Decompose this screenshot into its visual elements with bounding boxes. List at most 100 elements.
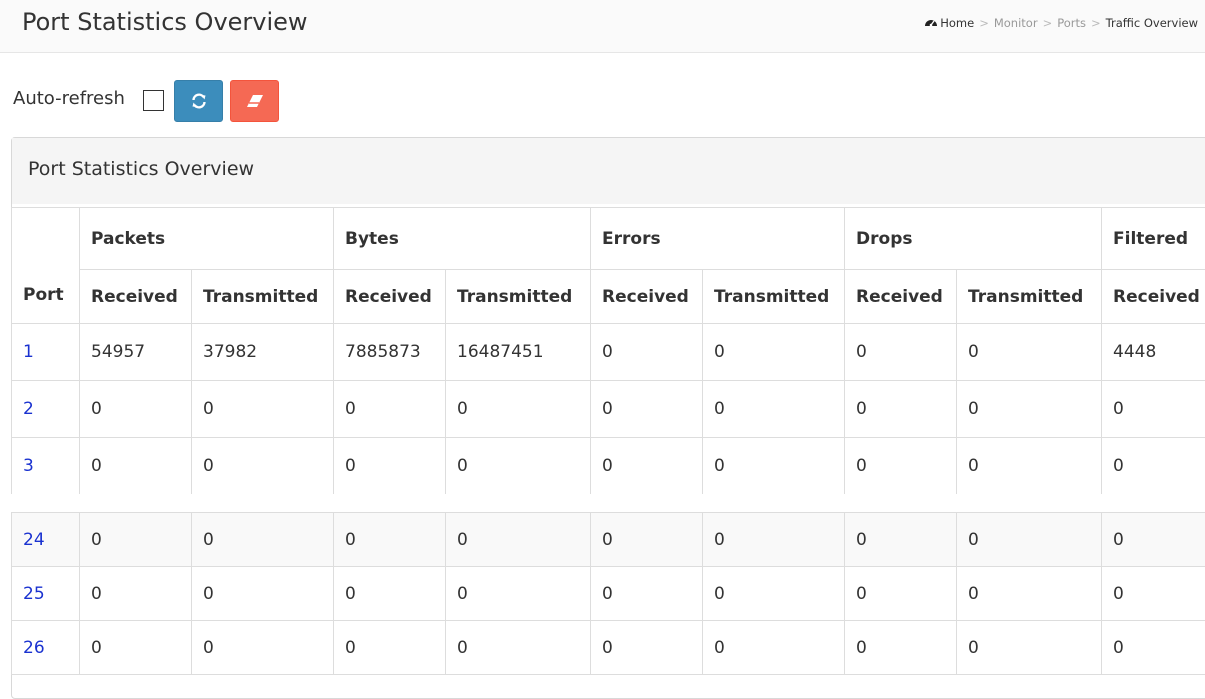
table-cell: 0 [1102, 381, 1205, 438]
breadcrumb-separator: > [1091, 16, 1101, 30]
table-cell: 0 [957, 567, 1102, 621]
table-cell: 0 [192, 621, 334, 675]
table-row: 26 0 0 0 0 0 0 0 0 0 [12, 621, 1205, 675]
breadcrumb-separator: > [979, 16, 989, 30]
drops-received-header: Received [845, 270, 957, 324]
table-cell: 0 [334, 513, 446, 567]
port-link[interactable]: 1 [23, 342, 34, 362]
port-statistics-table: Port Packets Bytes Errors Drops Filtered… [11, 207, 1205, 495]
table-cell: 0 [80, 513, 192, 567]
table-cell: 0 [80, 567, 192, 621]
table-row: 24 0 0 0 0 0 0 0 0 0 [12, 513, 1205, 567]
table-cell: 0 [334, 621, 446, 675]
table-cell: 0 [591, 621, 703, 675]
clear-button[interactable] [230, 80, 279, 122]
table-row: 25 0 0 0 0 0 0 0 0 0 [12, 567, 1205, 621]
page-title: Port Statistics Overview [22, 8, 308, 36]
screenshot-gap [0, 494, 1205, 512]
refresh-icon [190, 92, 208, 110]
drops-transmitted-header: Transmitted [957, 270, 1102, 324]
errors-received-header: Received [591, 270, 703, 324]
port-statistics-table-continued: 24 0 0 0 0 0 0 0 0 0 25 0 0 0 0 0 0 0 0 … [11, 512, 1205, 675]
table-cell: 0 [957, 621, 1102, 675]
panel-heading: Port Statistics Overview [12, 138, 1205, 204]
table-cell: 0 [703, 513, 845, 567]
table-row: 1 54957 37982 7885873 16487451 0 0 0 0 4… [12, 324, 1205, 381]
port-link[interactable]: 25 [23, 584, 45, 604]
table-cell: 0 [845, 438, 957, 495]
packets-group-header: Packets [80, 208, 334, 270]
eraser-icon [246, 94, 264, 108]
port-column-header: Port [12, 208, 80, 324]
table-row: 2 0 0 0 0 0 0 0 0 0 [12, 381, 1205, 438]
table-cell: 0 [957, 513, 1102, 567]
table-cell: 0 [446, 438, 591, 495]
table-cell: 0 [845, 567, 957, 621]
refresh-button[interactable] [174, 80, 223, 122]
table-cell: 0 [1102, 567, 1205, 621]
table-cell: 0 [1102, 621, 1205, 675]
dashboard-icon [924, 16, 938, 31]
table-cell: 0 [591, 324, 703, 381]
breadcrumb: Home > Monitor > Ports > Traffic Overview [924, 16, 1198, 31]
auto-refresh-checkbox[interactable] [143, 90, 164, 111]
table-cell: 0 [192, 381, 334, 438]
errors-transmitted-header: Transmitted [703, 270, 845, 324]
table-row: 3 0 0 0 0 0 0 0 0 0 [12, 438, 1205, 495]
table-cell: 0 [446, 567, 591, 621]
breadcrumb-monitor[interactable]: Monitor [994, 16, 1038, 30]
packets-received-header: Received [80, 270, 192, 324]
table-cell: 0 [957, 438, 1102, 495]
table-cell: 0 [957, 381, 1102, 438]
table-cell: 16487451 [446, 324, 591, 381]
table-cell: 0 [1102, 513, 1205, 567]
table-cell: 0 [591, 381, 703, 438]
table-cell: 0 [591, 567, 703, 621]
filtered-group-header: Filtered [1102, 208, 1205, 270]
table-cell: 0 [703, 381, 845, 438]
breadcrumb-current: Traffic Overview [1106, 16, 1198, 30]
table-cell: 0 [845, 513, 957, 567]
table-cell: 7885873 [334, 324, 446, 381]
filtered-received-header: Received [1102, 270, 1205, 324]
bytes-group-header: Bytes [334, 208, 591, 270]
table-cell: 0 [703, 621, 845, 675]
table-cell: 0 [1102, 438, 1205, 495]
table-cell: 0 [591, 513, 703, 567]
bytes-received-header: Received [334, 270, 446, 324]
table-cell: 0 [703, 438, 845, 495]
drops-group-header: Drops [845, 208, 1102, 270]
table-cell: 0 [192, 438, 334, 495]
table-cell: 0 [845, 324, 957, 381]
breadcrumb-ports[interactable]: Ports [1057, 16, 1086, 30]
table-cell: 0 [334, 438, 446, 495]
table-cell: 0 [80, 438, 192, 495]
breadcrumb-separator: > [1043, 16, 1053, 30]
port-link[interactable]: 2 [23, 399, 34, 419]
table-cell: 0 [192, 513, 334, 567]
auto-refresh-label: Auto-refresh [13, 88, 125, 109]
table-cell: 0 [591, 438, 703, 495]
title-bar: Port Statistics Overview Home > Monitor > Po… [0, 0, 1205, 53]
table-cell: 4448 [1102, 324, 1205, 381]
table-cell: 0 [703, 324, 845, 381]
table-cell: 0 [192, 567, 334, 621]
breadcrumb-home[interactable]: Home [940, 16, 974, 30]
table-cell: 0 [703, 567, 845, 621]
panel-title: Port Statistics Overview [28, 158, 254, 180]
errors-group-header: Errors [591, 208, 845, 270]
table-cell: 0 [446, 513, 591, 567]
table-cell: 0 [957, 324, 1102, 381]
table-cell: 54957 [80, 324, 192, 381]
table-cell: 0 [446, 621, 591, 675]
port-link[interactable]: 3 [23, 456, 34, 476]
table-cell: 0 [334, 381, 446, 438]
port-link[interactable]: 24 [23, 530, 45, 550]
table-cell: 0 [334, 567, 446, 621]
table-cell: 0 [446, 381, 591, 438]
port-link[interactable]: 26 [23, 638, 45, 658]
table-cell: 0 [845, 381, 957, 438]
packets-transmitted-header: Transmitted [192, 270, 334, 324]
bytes-transmitted-header: Transmitted [446, 270, 591, 324]
table-cell: 0 [80, 621, 192, 675]
